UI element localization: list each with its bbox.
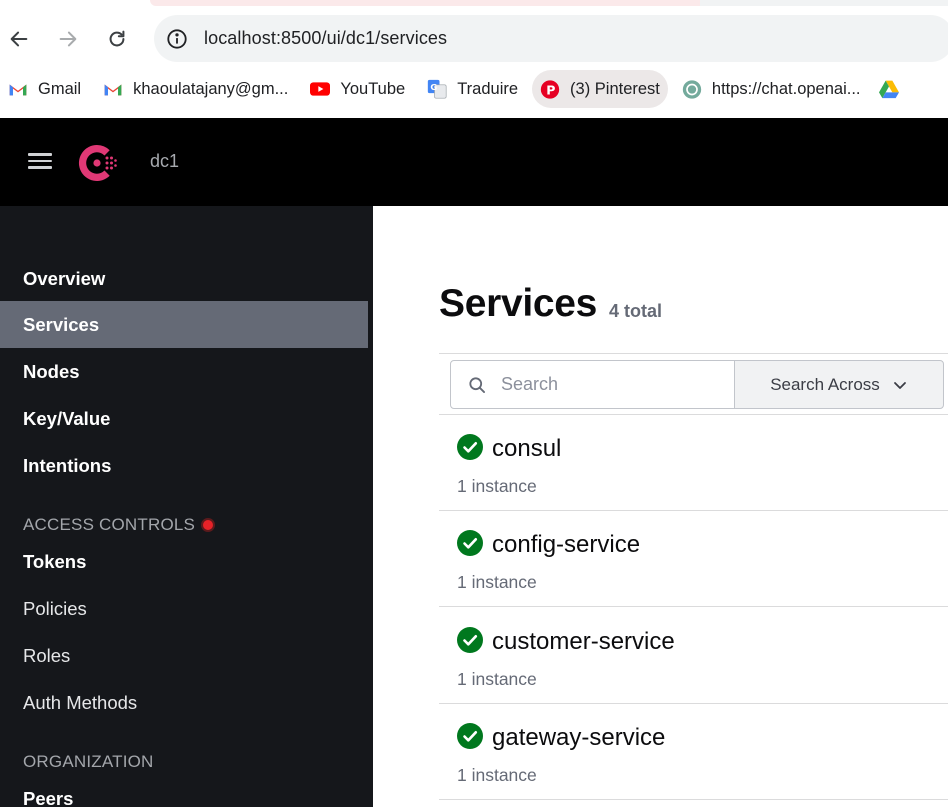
instance-count: 1 instance <box>457 476 537 496</box>
bookmark-pinterest[interactable]: P (3) Pinterest <box>532 70 668 108</box>
sidebar-item-label: Intentions <box>23 454 112 476</box>
sidebar-item-label: Peers <box>23 787 74 807</box>
search-field[interactable] <box>450 360 736 409</box>
svg-text:P: P <box>546 82 555 97</box>
service-row-config-service[interactable]: config-service 1 instance <box>439 511 948 607</box>
bookmarks-bar: Gmail khaoulatajany@gm... YouTube G Trad… <box>0 68 948 110</box>
bookmark-drive[interactable] <box>875 70 913 108</box>
sidebar-item-label: Overview <box>23 267 106 289</box>
sidebar-item-label: Policies <box>23 597 87 619</box>
reload-icon <box>109 30 125 47</box>
openai-icon <box>682 79 702 99</box>
sidebar-item-services[interactable]: Services <box>0 301 368 348</box>
search-across-label: Search Across <box>770 374 880 394</box>
inactive-tab-edge <box>700 0 948 6</box>
search-input[interactable] <box>501 374 721 395</box>
sidebar: Overview Services Nodes Key/Value Intent… <box>0 206 373 807</box>
search-icon <box>469 376 485 393</box>
forward-button[interactable] <box>51 22 85 56</box>
address-bar[interactable]: localhost:8500/ui/dc1/services <box>154 15 948 62</box>
chevron-down-icon <box>893 381 906 389</box>
sidebar-item-label: Key/Value <box>23 407 111 429</box>
sidebar-item-key-value[interactable]: Key/Value <box>0 395 368 442</box>
menu-icon[interactable] <box>28 150 52 174</box>
organization-heading: ORGANIZATION <box>23 752 154 771</box>
browser-chrome: localhost:8500/ui/dc1/services Gmail kha… <box>0 0 948 118</box>
service-row-customer-service[interactable]: customer-service 1 instance <box>439 608 948 704</box>
service-name[interactable]: consul <box>492 435 561 463</box>
youtube-icon <box>310 79 331 99</box>
svg-text:G: G <box>431 82 438 92</box>
divider <box>439 353 948 354</box>
datacenter-selector[interactable]: dc1 <box>150 151 179 172</box>
google-drive-icon <box>878 79 899 99</box>
consul-logo[interactable] <box>75 141 119 185</box>
service-name[interactable]: gateway-service <box>492 724 665 752</box>
instance-count: 1 instance <box>457 765 537 785</box>
site-info-icon[interactable] <box>166 28 188 50</box>
service-row-consul[interactable]: consul 1 instance <box>439 415 948 511</box>
passing-check-icon <box>457 530 483 556</box>
instance-count: 1 instance <box>457 572 537 592</box>
sidebar-item-peers[interactable]: Peers <box>0 775 368 807</box>
service-name[interactable]: config-service <box>492 531 640 559</box>
page-title: Services <box>439 282 598 325</box>
instance-count: 1 instance <box>457 669 537 689</box>
service-row-gateway-service[interactable]: gateway-service 1 instance <box>439 704 948 800</box>
service-count: 4 total <box>609 301 663 321</box>
sidebar-item-label: Auth Methods <box>23 691 138 713</box>
sidebar-item-label: Services <box>23 313 100 335</box>
bookmark-gmail[interactable]: Gmail <box>0 70 89 108</box>
back-button[interactable] <box>2 22 36 56</box>
search-across-dropdown[interactable]: Search Across <box>734 360 944 409</box>
sidebar-item-label: Nodes <box>23 360 80 382</box>
url-text[interactable]: localhost:8500/ui/dc1/services <box>204 28 447 49</box>
sidebar-item-auth-methods[interactable]: Auth Methods <box>0 679 368 726</box>
acl-warning-icon <box>201 518 216 532</box>
main-content: Services 4 total Search Across consul 1 … <box>373 206 948 807</box>
passing-check-icon <box>457 627 483 653</box>
translate-icon: G <box>427 79 447 99</box>
sidebar-item-nodes[interactable]: Nodes <box>0 348 368 395</box>
service-name[interactable]: customer-service <box>492 628 675 656</box>
access-controls-heading: ACCESS CONTROLS <box>23 515 216 535</box>
bookmark-openai[interactable]: https://chat.openai... <box>674 70 869 108</box>
sidebar-item-intentions[interactable]: Intentions <box>0 442 368 489</box>
arrow-left-icon <box>10 31 28 47</box>
sidebar-item-roles[interactable]: Roles <box>0 632 368 679</box>
bookmark-youtube[interactable]: YouTube <box>302 70 413 108</box>
sidebar-item-policies[interactable]: Policies <box>0 585 368 632</box>
arrow-right-icon <box>59 31 77 47</box>
reload-button[interactable] <box>100 22 134 56</box>
bookmark-traduire[interactable]: G Traduire <box>419 70 526 108</box>
active-tab-edge <box>150 0 710 6</box>
app-header: dc1 <box>0 118 948 206</box>
passing-check-icon <box>457 434 483 460</box>
bookmark-gmail-account[interactable]: khaoulatajany@gm... <box>95 70 296 108</box>
pinterest-icon: P <box>540 79 560 99</box>
gmail-icon <box>8 79 28 99</box>
sidebar-item-tokens[interactable]: Tokens <box>0 538 368 585</box>
gmail-icon <box>103 79 123 99</box>
passing-check-icon <box>457 723 483 749</box>
sidebar-item-label: Roles <box>23 644 71 666</box>
sidebar-item-overview[interactable]: Overview <box>0 255 368 302</box>
sidebar-item-label: Tokens <box>23 550 87 572</box>
